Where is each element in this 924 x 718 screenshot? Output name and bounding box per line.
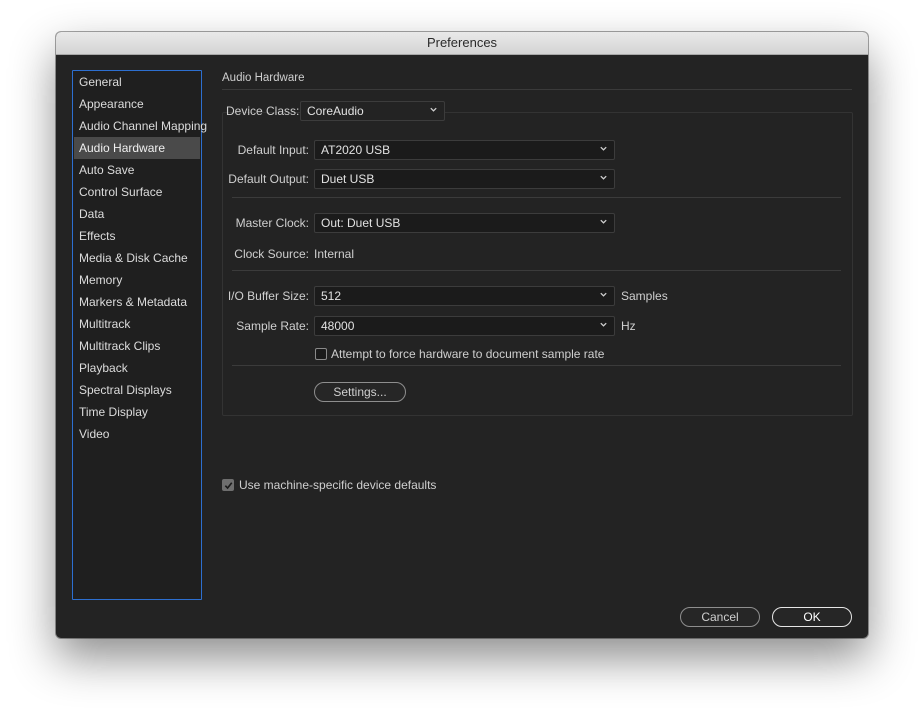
- default-input-dropdown[interactable]: AT2020 USB: [314, 140, 615, 160]
- buffer-size-dropdown[interactable]: 512: [314, 286, 615, 306]
- sidebar-item-audio-hardware[interactable]: Audio Hardware: [74, 137, 200, 159]
- sidebar-item-multitrack-clips[interactable]: Multitrack Clips: [74, 335, 200, 357]
- default-input-label: Default Input:: [237, 143, 309, 157]
- chevron-down-icon: [600, 322, 607, 327]
- cancel-button[interactable]: Cancel: [680, 607, 760, 627]
- chevron-down-icon: [600, 219, 607, 224]
- chevron-down-icon: [600, 146, 607, 151]
- sidebar-item-general[interactable]: General: [74, 71, 200, 93]
- category-list[interactable]: General Appearance Audio Channel Mapping Au…: [72, 70, 207, 600]
- settings-button[interactable]: Settings...: [314, 382, 406, 402]
- device-class-label: Device Class:: [226, 104, 300, 118]
- clock-source-value: Internal: [314, 247, 355, 261]
- sidebar-item-control-surface[interactable]: Control Surface: [74, 181, 200, 203]
- sidebar-item-memory[interactable]: Memory: [74, 269, 200, 291]
- section-divider: [222, 89, 852, 90]
- buffer-size-label: I/O Buffer Size:: [227, 289, 309, 303]
- sidebar-item-time-display[interactable]: Time Display: [74, 401, 200, 423]
- sample-rate-dropdown[interactable]: 48000: [314, 316, 615, 336]
- sidebar-item-appearance[interactable]: Appearance: [74, 93, 200, 115]
- chevron-down-icon: [600, 292, 607, 297]
- chevron-down-icon: [600, 175, 607, 180]
- clock-source-label: Clock Source:: [234, 247, 309, 261]
- buffer-size-value: 512: [321, 289, 342, 303]
- sidebar-item-multitrack[interactable]: Multitrack: [74, 313, 200, 335]
- sample-rate-unit: Hz: [621, 319, 636, 333]
- window-title: Preferences: [56, 32, 868, 55]
- device-class-dropdown[interactable]: CoreAudio: [300, 101, 445, 121]
- chevron-down-icon: [430, 107, 437, 112]
- divider: [232, 197, 841, 198]
- default-output-value: Duet USB: [321, 172, 375, 186]
- checkmark-icon: [224, 482, 233, 490]
- force-sample-rate-label[interactable]: Attempt to force hardware to document sa…: [331, 347, 604, 361]
- master-clock-label: Master Clock:: [235, 216, 309, 230]
- buffer-size-unit: Samples: [621, 289, 668, 303]
- divider: [232, 270, 841, 271]
- default-output-dropdown[interactable]: Duet USB: [314, 169, 615, 189]
- master-clock-dropdown[interactable]: Out: Duet USB: [314, 213, 615, 233]
- sidebar-item-audio-channel-mapping[interactable]: Audio Channel Mapping: [74, 115, 207, 137]
- default-input-value: AT2020 USB: [321, 143, 391, 157]
- section-title: Audio Hardware: [222, 72, 305, 84]
- sidebar-item-markers-and-metadata[interactable]: Markers & Metadata: [74, 291, 200, 313]
- ok-button[interactable]: OK: [772, 607, 852, 627]
- machine-defaults-label[interactable]: Use machine-specific device defaults: [239, 478, 436, 492]
- sidebar-item-media-and-disk-cache[interactable]: Media & Disk Cache: [74, 247, 200, 269]
- sample-rate-value: 48000: [321, 319, 355, 333]
- sidebar-item-playback[interactable]: Playback: [74, 357, 200, 379]
- sidebar-item-effects[interactable]: Effects: [74, 225, 200, 247]
- sidebar-item-spectral-displays[interactable]: Spectral Displays: [74, 379, 200, 401]
- machine-defaults-checkbox[interactable]: [222, 479, 234, 491]
- force-sample-rate-checkbox[interactable]: [315, 348, 327, 360]
- sidebar-item-auto-save[interactable]: Auto Save: [74, 159, 200, 181]
- sample-rate-label: Sample Rate:: [236, 319, 309, 333]
- preferences-dialog: Preferences General Appearance Audio Chann…: [56, 32, 868, 638]
- sidebar-item-video[interactable]: Video: [74, 423, 200, 445]
- sidebar-item-data[interactable]: Data: [74, 203, 200, 225]
- default-output-label: Default Output:: [228, 172, 309, 186]
- device-class-value: CoreAudio: [307, 104, 364, 118]
- master-clock-value: Out: Duet USB: [321, 216, 401, 230]
- divider: [232, 365, 841, 366]
